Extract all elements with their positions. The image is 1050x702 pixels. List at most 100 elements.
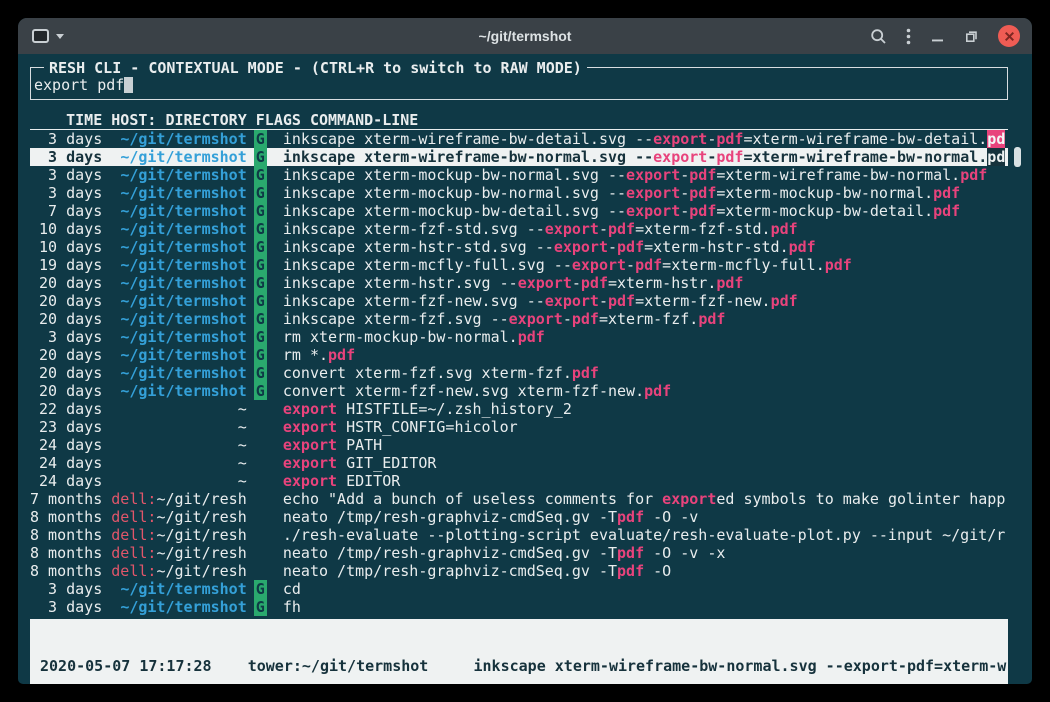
history-row[interactable]: 3 days ~/git/termshot G rm xterm-mockup-… [30, 328, 1008, 346]
row-time: 7 months [30, 490, 102, 508]
search-button[interactable] [870, 28, 887, 45]
row-host: ~ [238, 472, 247, 490]
row-time: 20 days [30, 292, 102, 310]
match-highlight: pdf [716, 130, 743, 148]
row-time: 3 days [30, 598, 102, 616]
row-time: 20 days [30, 274, 102, 292]
match-highlight: export [545, 292, 599, 310]
match-highlight: pdf [825, 256, 852, 274]
row-time: 24 days [30, 472, 102, 490]
truncation-highlight: pd [987, 148, 1005, 166]
close-button[interactable] [998, 25, 1020, 47]
row-time: 3 days [30, 184, 102, 202]
history-row[interactable]: 20 days ~/git/termshot G rm *.pdf [30, 346, 1008, 364]
history-row[interactable]: 8 months dell:~/git/resh neato /tmp/resh… [30, 562, 1008, 580]
match-highlight: pdf [581, 274, 608, 292]
restore-button[interactable] [964, 29, 979, 44]
match-highlight: export [572, 256, 626, 274]
row-time: 10 days [30, 238, 102, 256]
history-row[interactable]: 3 days ~/git/termshot G cd [30, 580, 1008, 598]
row-host: ~/git/termshot [120, 238, 246, 256]
detail-line1: 2020-05-07 17:17:28 tower:~/git/termshot… [40, 657, 1008, 675]
titlebar[interactable]: ~/git/termshot [18, 18, 1032, 54]
row-host: ~/git/resh [156, 490, 246, 508]
row-time: 20 days [30, 310, 102, 328]
history-row[interactable]: 20 days ~/git/termshot G inkscape xterm-… [30, 310, 1008, 328]
match-highlight: pdf [789, 238, 816, 256]
history-row[interactable]: 10 days ~/git/termshot G inkscape xterm-… [30, 238, 1008, 256]
row-command: inkscape xterm-wireframe-bw-normal.svg -… [283, 148, 987, 166]
row-time: 3 days [30, 130, 102, 148]
history-row[interactable]: 8 months dell:~/git/resh ./resh-evaluate… [30, 526, 1008, 544]
match-highlight: export [545, 220, 599, 238]
history-list: 3 days ~/git/termshot G inkscape xterm-w… [30, 130, 1008, 616]
row-host-prefix: dell: [111, 526, 156, 544]
row-command: neato /tmp/resh-graphviz-cmdSeq.gv -Tpdf… [283, 562, 671, 580]
terminal-tab-icon [32, 29, 49, 43]
row-command: export HISTFILE=~/.zsh_history_2 [283, 400, 572, 418]
match-highlight: export [626, 202, 680, 220]
search-icon [870, 28, 887, 45]
row-time: 22 days [30, 400, 102, 418]
match-highlight: export [283, 454, 337, 472]
history-row[interactable]: 7 months dell:~/git/resh echo "Add a bun… [30, 490, 1008, 508]
history-row[interactable]: 3 days ~/git/termshot G fh [30, 598, 1008, 616]
history-row[interactable]: 24 days ~ export PATH [30, 436, 1008, 454]
row-time: 3 days [30, 166, 102, 184]
row-host: ~/git/termshot [120, 346, 246, 364]
chevron-down-icon [56, 34, 64, 39]
history-row[interactable]: 24 days ~ export GIT_EDITOR [30, 454, 1008, 472]
row-command: inkscape xterm-mockup-bw-normal.svg --ex… [283, 166, 987, 184]
match-highlight: pdf [689, 202, 716, 220]
row-host: ~ [238, 436, 247, 454]
history-row[interactable]: 24 days ~ export EDITOR [30, 472, 1008, 490]
row-command: fh [283, 598, 301, 616]
row-time: 19 days [30, 256, 102, 274]
history-row[interactable]: 3 days ~/git/termshot G inkscape xterm-w… [30, 130, 1008, 148]
row-host: ~/git/resh [156, 508, 246, 526]
menu-button[interactable] [906, 28, 911, 45]
match-highlight: pdf [771, 220, 798, 238]
match-highlight: export [283, 418, 337, 436]
kebab-menu-icon [906, 28, 911, 45]
scrollbar-thumb[interactable] [1014, 147, 1021, 167]
match-highlight: pdf [644, 382, 671, 400]
minimize-button[interactable] [930, 29, 945, 44]
match-highlight: export [509, 310, 563, 328]
match-highlight: pdf [933, 202, 960, 220]
row-command: inkscape xterm-mockup-bw-normal.svg --ex… [283, 184, 960, 202]
terminal-window: ~/git/termshot [18, 18, 1032, 684]
match-highlight: pdf [617, 238, 644, 256]
history-row[interactable]: 7 days ~/git/termshot G inkscape xterm-m… [30, 202, 1008, 220]
text-cursor [124, 77, 133, 93]
history-row[interactable]: 3 days ~/git/termshot G inkscape xterm-m… [30, 184, 1008, 202]
history-row[interactable]: 20 days ~/git/termshot G convert xterm-f… [30, 382, 1008, 400]
row-host: ~/git/termshot [120, 256, 246, 274]
row-host: ~/git/termshot [120, 166, 246, 184]
match-highlight: export [283, 400, 337, 418]
row-host: ~/git/termshot [120, 274, 246, 292]
row-time: 24 days [30, 454, 102, 472]
history-row[interactable]: 20 days ~/git/termshot G inkscape xterm-… [30, 274, 1008, 292]
row-time: 20 days [30, 382, 102, 400]
history-row[interactable]: 19 days ~/git/termshot G inkscape xterm-… [30, 256, 1008, 274]
history-row[interactable]: 20 days ~/git/termshot G convert xterm-f… [30, 364, 1008, 382]
history-row[interactable]: 3 days ~/git/termshot G inkscape xterm-m… [30, 166, 1008, 184]
match-highlight: export [283, 472, 337, 490]
match-highlight: pdf [608, 220, 635, 238]
history-row[interactable]: 23 days ~ export HSTR_CONFIG=hicolor [30, 418, 1008, 436]
row-time: 24 days [30, 436, 102, 454]
row-time: 8 months [30, 508, 102, 526]
detail-panel: 2020-05-07 17:17:28 tower:~/git/termshot… [30, 619, 1008, 684]
truncation-highlight: pd [987, 130, 1005, 148]
history-row[interactable]: 20 days ~/git/termshot G inkscape xterm-… [30, 292, 1008, 310]
row-time: 10 days [30, 220, 102, 238]
history-row[interactable]: 10 days ~/git/termshot G inkscape xterm-… [30, 220, 1008, 238]
history-row[interactable]: 22 days ~ export HISTFILE=~/.zsh_history… [30, 400, 1008, 418]
row-host: ~ [238, 454, 247, 472]
row-time: 20 days [30, 364, 102, 382]
history-row[interactable]: 3 days ~/git/termshot G inkscape xterm-w… [30, 148, 1008, 166]
history-row[interactable]: 8 months dell:~/git/resh neato /tmp/resh… [30, 508, 1008, 526]
history-row[interactable]: 8 months dell:~/git/resh neato /tmp/resh… [30, 544, 1008, 562]
new-tab-button[interactable] [32, 29, 64, 43]
